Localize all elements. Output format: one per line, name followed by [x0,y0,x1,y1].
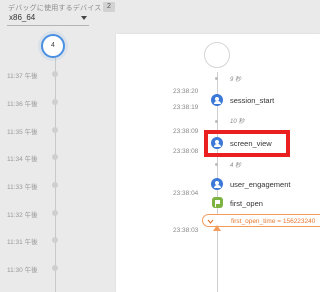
gap-label: 4 秒 [230,163,242,169]
minute-label: 11:34 午後 [7,156,38,163]
event-first-open[interactable]: first_open [230,199,263,208]
gap-label: 10 秒 [230,119,245,125]
gap-dot [215,120,218,123]
minute-label: 11:35 午後 [7,129,38,136]
minute-timeline-line [54,56,56,292]
current-minute-counter[interactable]: 4 [41,34,65,58]
event-stream-panel: 9 秒 23:38:20 23:38:19 session_start 10 秒… [116,34,320,292]
minute-label: 11:36 午後 [7,101,38,108]
event-time: 23:38:08 [173,148,199,155]
minute-dot[interactable] [52,71,58,77]
event-time: 23:38:03 [173,227,199,234]
gap-dot [215,163,218,166]
screen-view-highlight-box [204,130,290,157]
param-text: first_open_time = 156223240 [231,217,316,225]
device-select[interactable]: x86_64 [7,12,89,26]
event-time: 23:38:20 [173,88,199,95]
user-event-icon[interactable] [211,178,223,190]
event-time: 23:38:19 [173,104,199,111]
device-select-value: x86_64 [9,13,36,22]
minute-dot[interactable] [52,154,58,160]
minute-dot[interactable] [52,99,58,105]
device-count-badge: 2 [103,2,115,12]
minute-dot[interactable] [52,210,58,216]
event-time: 23:38:04 [173,190,199,197]
minute-label: 11:33 午後 [7,184,38,191]
minute-dot[interactable] [52,265,58,271]
minute-label: 11:37 午後 [7,73,38,80]
expand-arrow-icon [207,219,213,224]
minute-label: 11:30 午後 [7,267,38,274]
event-user-engagement[interactable]: user_engagement [230,180,290,189]
event-stream-start-circle [204,42,230,68]
minute-dot[interactable] [52,127,58,133]
flag-icon[interactable] [211,197,223,208]
gap-label: 9 秒 [230,77,242,83]
chevron-down-icon [81,16,87,20]
event-session-start[interactable]: session_start [230,96,274,105]
event-time: 23:38:09 [173,128,199,135]
gap-dot [215,77,218,80]
minute-dot[interactable] [52,237,58,243]
minute-dot[interactable] [52,182,58,188]
minute-label: 11:32 午後 [7,212,38,219]
param-pointer [213,225,221,231]
user-event-icon[interactable] [211,94,223,106]
minute-label: 11:31 午後 [7,239,38,246]
